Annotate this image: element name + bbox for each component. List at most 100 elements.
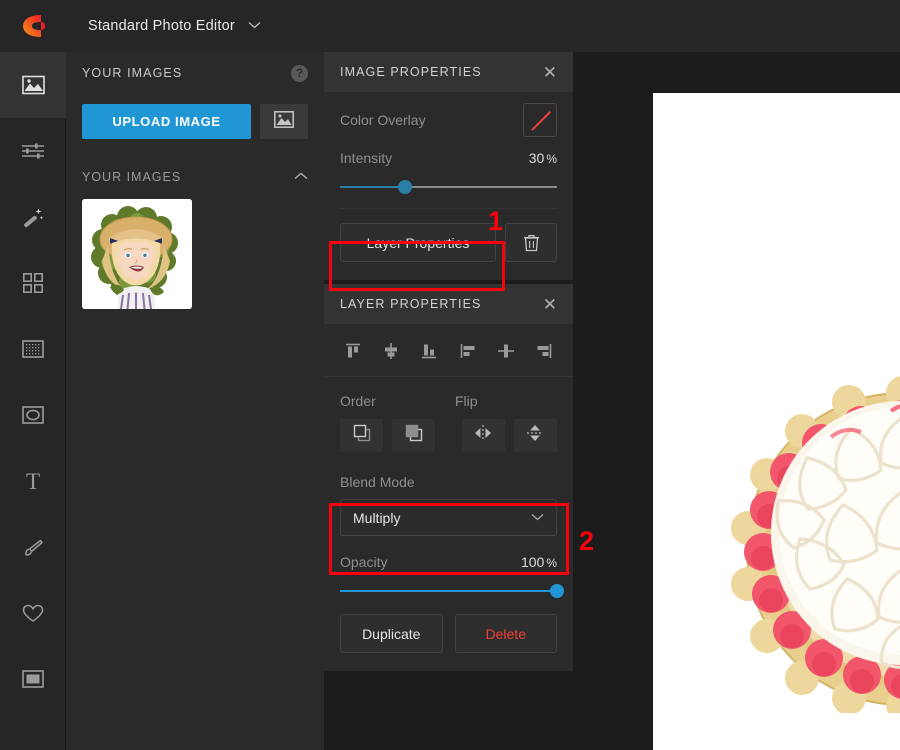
shape-oval-icon xyxy=(22,406,44,424)
order-flip-buttons xyxy=(324,409,573,452)
flip-vertical-button[interactable] xyxy=(513,419,557,452)
align-horizontal-center-icon[interactable] xyxy=(495,340,517,362)
intensity-fill xyxy=(340,186,406,188)
chevron-down-icon xyxy=(248,21,261,32)
close-icon[interactable]: ✕ xyxy=(543,296,557,313)
text-t-icon: T xyxy=(23,470,43,492)
heart-icon xyxy=(22,604,44,623)
texture-icon xyxy=(22,340,44,358)
brand-logo[interactable] xyxy=(0,0,66,52)
chevron-up-icon xyxy=(294,171,308,183)
bring-forward-icon xyxy=(353,424,371,447)
annotation-number-2: 2 xyxy=(579,526,595,556)
cake-artwork xyxy=(731,376,900,713)
opacity-label: Opacity xyxy=(340,554,388,570)
color-overlay-swatch[interactable] xyxy=(523,103,557,137)
canvas-area[interactable] xyxy=(573,52,900,750)
sidebar-item-effects[interactable] xyxy=(0,184,66,250)
app-title: Standard Photo Editor xyxy=(88,18,235,34)
app-title-dropdown[interactable]: Standard Photo Editor xyxy=(66,18,261,34)
girl-in-straw-hat-thumbnail xyxy=(82,199,192,309)
blend-mode-label: Blend Mode xyxy=(340,474,415,490)
duplicate-button[interactable]: Duplicate xyxy=(340,614,443,653)
delete-button[interactable]: Delete xyxy=(454,614,557,653)
your-images-section-header[interactable]: YOUR IMAGES xyxy=(66,161,324,193)
intensity-thumb[interactable] xyxy=(398,180,413,194)
opacity-thumb[interactable] xyxy=(550,584,564,598)
layer-properties-title: LAYER PROPERTIES xyxy=(340,297,482,311)
sidebar-item-adjust[interactable] xyxy=(0,118,66,184)
image-thumbnail-list xyxy=(66,193,324,309)
image-properties-title: IMAGE PROPERTIES xyxy=(340,65,482,79)
sidebar-item-text[interactable]: T xyxy=(0,448,66,514)
picture-icon xyxy=(274,110,294,133)
sidebar-item-overlays[interactable] xyxy=(0,250,66,316)
list-item[interactable] xyxy=(82,199,192,309)
flip-horizontal-icon xyxy=(473,425,493,446)
layer-properties-button[interactable]: Layer Properties xyxy=(340,223,496,262)
order-flip-labels: Order Flip xyxy=(324,377,573,409)
browse-stock-button[interactable] xyxy=(260,104,308,139)
opacity-value: 100% xyxy=(520,554,557,570)
align-left-icon[interactable] xyxy=(457,340,479,362)
flip-horizontal-button[interactable] xyxy=(461,419,505,452)
svg-text:T: T xyxy=(26,470,40,492)
opacity-slider[interactable] xyxy=(340,584,564,598)
sidebar-item-images[interactable] xyxy=(0,52,66,118)
magic-wand-icon xyxy=(22,206,44,228)
flip-vertical-icon xyxy=(527,423,544,448)
sidebar-item-frames[interactable] xyxy=(0,646,66,712)
layer-action-buttons: Duplicate Delete xyxy=(324,598,573,671)
intensity-value: 30% xyxy=(528,150,557,166)
upload-image-button[interactable]: UPLOAD IMAGE xyxy=(82,104,251,139)
intensity-label: Intensity xyxy=(340,150,393,166)
close-icon[interactable]: ✕ xyxy=(543,64,557,81)
flip-label: Flip xyxy=(455,393,478,409)
brush-icon xyxy=(22,537,44,557)
page-title: YOUR IMAGES xyxy=(82,66,183,80)
opacity-slider-block: Opacity 100% xyxy=(324,536,573,598)
section-label: YOUR IMAGES xyxy=(82,170,182,184)
align-vertical-center-icon[interactable] xyxy=(380,340,402,362)
sidebar-item-textures[interactable] xyxy=(0,316,66,382)
bring-forward-button[interactable] xyxy=(340,419,384,452)
sliders-icon xyxy=(22,143,44,159)
annotation-number-1: 1 xyxy=(488,206,504,236)
image-properties-panel: IMAGE PROPERTIES ✕ Color Overlay Intensi… xyxy=(324,52,573,280)
sidebar-item-favorites[interactable] xyxy=(0,580,66,646)
intensity-slider[interactable] xyxy=(340,180,557,194)
intensity-slider-block: Intensity 30% xyxy=(324,148,573,209)
grid-squares-icon xyxy=(23,273,43,293)
order-label: Order xyxy=(340,393,376,409)
editor-canvas[interactable] xyxy=(653,93,900,750)
layer-properties-header: LAYER PROPERTIES ✕ xyxy=(324,284,573,324)
blend-mode-select[interactable]: Multiply xyxy=(340,499,557,536)
color-overlay-label: Color Overlay xyxy=(340,112,426,128)
properties-column: IMAGE PROPERTIES ✕ Color Overlay Intensi… xyxy=(324,52,573,675)
layer-properties-panel: LAYER PROPERTIES ✕ Order Flip Blend Mode… xyxy=(324,284,573,671)
image-action-buttons: Layer Properties xyxy=(324,209,573,280)
help-icon[interactable]: ? xyxy=(291,64,308,82)
align-top-icon[interactable] xyxy=(342,340,364,362)
your-images-panel: YOUR IMAGES ? UPLOAD IMAGE YOUR IMAGES xyxy=(66,52,324,750)
opacity-fill xyxy=(340,590,557,592)
sidebar-item-draw[interactable] xyxy=(0,514,66,580)
frame-icon xyxy=(22,670,44,688)
brand-logo-icon xyxy=(23,15,45,37)
send-backward-button[interactable] xyxy=(392,419,436,452)
send-backward-icon xyxy=(405,424,423,447)
upload-controls: UPLOAD IMAGE xyxy=(66,94,324,139)
image-icon xyxy=(21,75,45,95)
top-bar: Standard Photo Editor xyxy=(0,0,900,52)
photo-editor-app: Standard Photo Editor T YOUR IMAGES ? UP… xyxy=(0,0,900,750)
sidebar-item-shapes[interactable] xyxy=(0,382,66,448)
align-right-icon[interactable] xyxy=(533,340,555,362)
your-images-header: YOUR IMAGES ? xyxy=(66,52,324,94)
blend-mode-value: Multiply xyxy=(353,509,401,526)
delete-image-button[interactable] xyxy=(505,223,557,262)
trash-icon xyxy=(523,234,539,252)
alignment-toolbar xyxy=(324,324,573,376)
align-bottom-icon[interactable] xyxy=(418,340,440,362)
color-overlay-row: Color Overlay xyxy=(324,92,573,148)
